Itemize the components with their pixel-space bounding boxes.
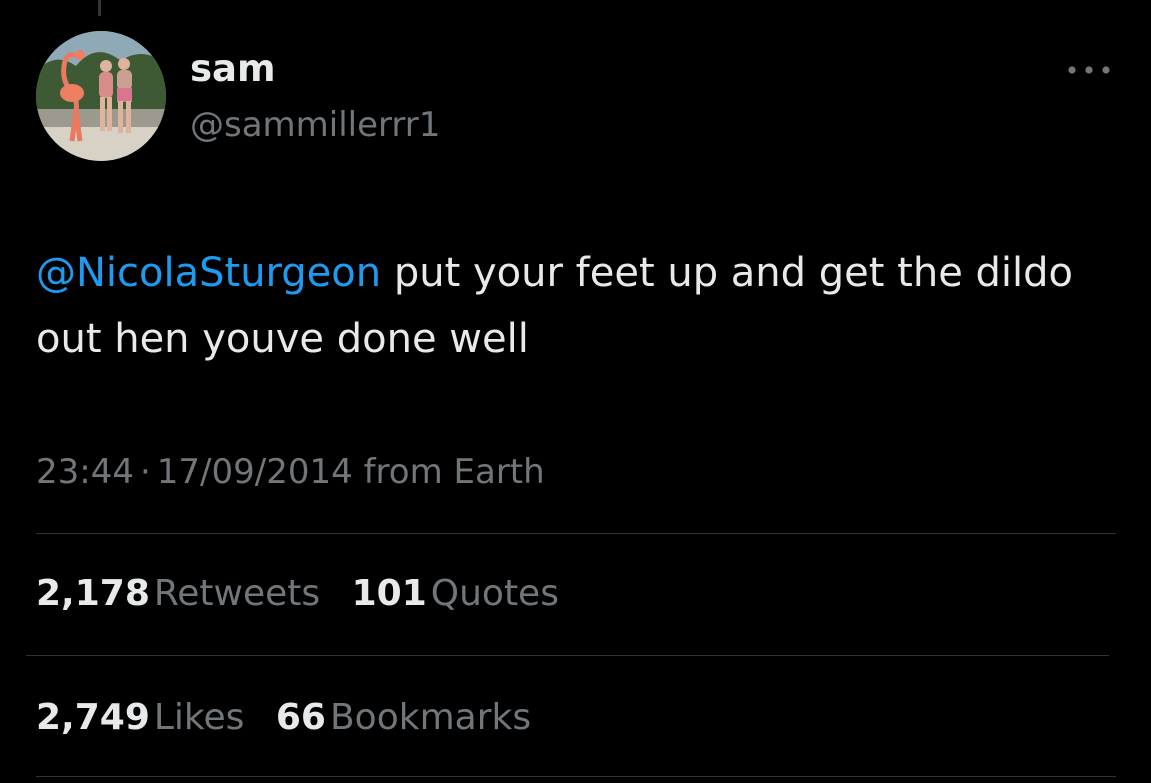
- divider: [26, 655, 1109, 656]
- quotes-label: Quotes: [430, 573, 559, 614]
- retweets-count: 2,178: [36, 573, 150, 614]
- divider: [36, 776, 1116, 777]
- avatar[interactable]: [36, 31, 166, 161]
- tweet-date[interactable]: 17/09/2014: [157, 452, 353, 492]
- bookmarks-label: Bookmarks: [329, 697, 532, 738]
- engagement-stats-row-1: 2,178 Retweets 101 Quotes: [36, 569, 579, 619]
- mention-link[interactable]: @NicolaSturgeon: [36, 250, 381, 296]
- more-options-icon: [1068, 66, 1110, 74]
- tweet-source: from Earth: [363, 452, 545, 492]
- profile-photo-icon: [36, 31, 166, 161]
- divider: [36, 533, 1116, 534]
- likes-stat[interactable]: 2,749 Likes: [36, 693, 244, 743]
- more-options-button[interactable]: [1064, 56, 1114, 84]
- author-handle[interactable]: @sammillerrr1: [190, 101, 440, 149]
- bookmarks-stat[interactable]: 66 Bookmarks: [276, 693, 531, 743]
- retweets-label: Retweets: [153, 573, 321, 614]
- tweet-text: @NicolaSturgeon put your feet up and get…: [36, 240, 1116, 372]
- likes-count: 2,749: [36, 697, 150, 738]
- bookmarks-count: 66: [275, 697, 326, 738]
- retweets-stat[interactable]: 2,178 Retweets: [36, 569, 320, 619]
- meta-separator: ·: [139, 452, 151, 492]
- author-display-name[interactable]: sam: [190, 44, 276, 94]
- likes-label: Likes: [153, 697, 245, 738]
- tweet-metadata: 23:44 · 17/09/2014 from Earth: [36, 448, 545, 496]
- quotes-count: 101: [351, 573, 427, 614]
- tweet-time[interactable]: 23:44: [36, 452, 134, 492]
- thread-connector-line: [98, 0, 101, 16]
- engagement-stats-row-2: 2,749 Likes 66 Bookmarks: [36, 693, 551, 743]
- quotes-stat[interactable]: 101 Quotes: [352, 569, 559, 619]
